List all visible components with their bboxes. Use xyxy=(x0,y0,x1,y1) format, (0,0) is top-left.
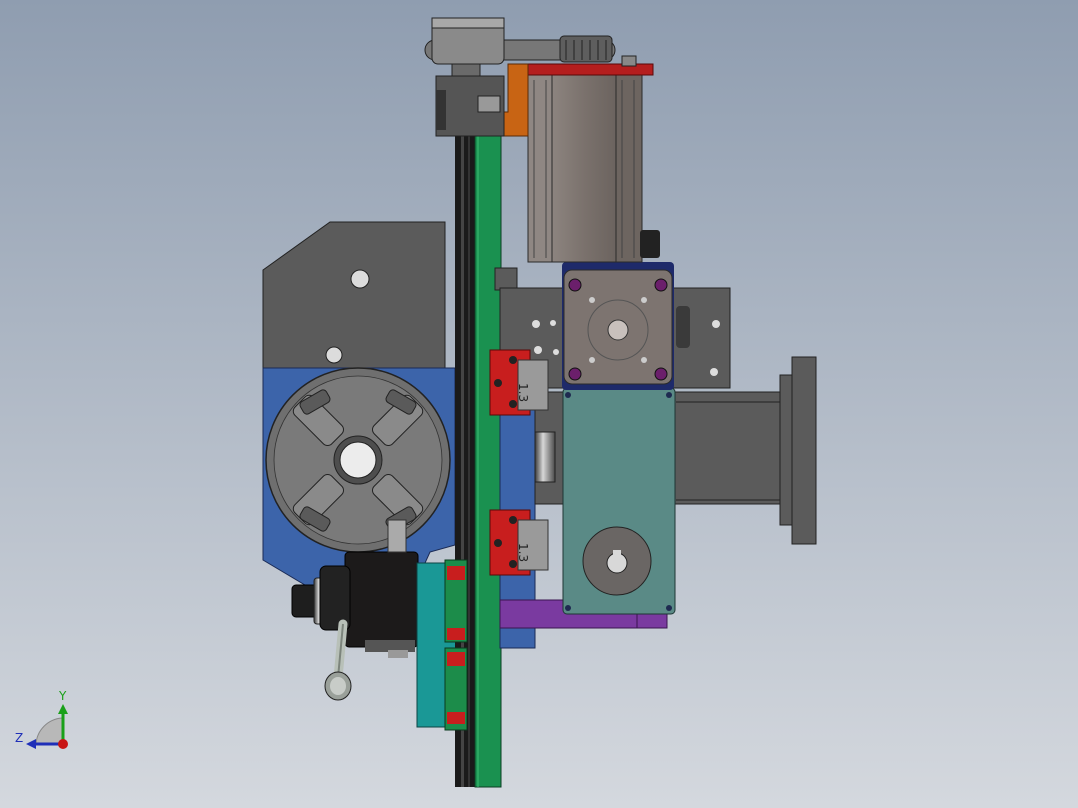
bearing-block[interactable] xyxy=(444,559,468,643)
slide-label-upper: 1.3 xyxy=(516,383,530,402)
housing-hole xyxy=(350,269,370,289)
cad-viewport[interactable]: 1.3 1.3 Y Z xyxy=(0,0,1078,808)
gearbox[interactable] xyxy=(562,387,676,615)
housing-hole xyxy=(550,320,556,326)
housing-hole xyxy=(534,346,542,354)
housing-hole xyxy=(553,349,559,355)
slide-block-lower[interactable]: 1.3 xyxy=(489,509,549,576)
y-axis-label: Y xyxy=(58,689,67,703)
z-axis-label: Z xyxy=(15,731,23,745)
screw-bearing-housing[interactable] xyxy=(435,75,505,137)
housing-hole xyxy=(325,346,343,364)
housing-hole xyxy=(532,320,540,328)
drive-pulley[interactable] xyxy=(431,17,505,65)
servo-motor[interactable] xyxy=(527,71,660,263)
slide-block-upper[interactable]: 1.3 xyxy=(489,349,549,416)
linear-rail[interactable] xyxy=(474,134,502,788)
slide-label-lower: 1.3 xyxy=(516,543,530,562)
driven-pulley[interactable] xyxy=(559,35,613,63)
housing-hole xyxy=(712,320,720,328)
bearing-block[interactable] xyxy=(444,647,468,731)
housing-hole xyxy=(710,368,718,376)
stepper-motor[interactable] xyxy=(562,262,690,390)
x-axis-dot xyxy=(58,739,68,749)
